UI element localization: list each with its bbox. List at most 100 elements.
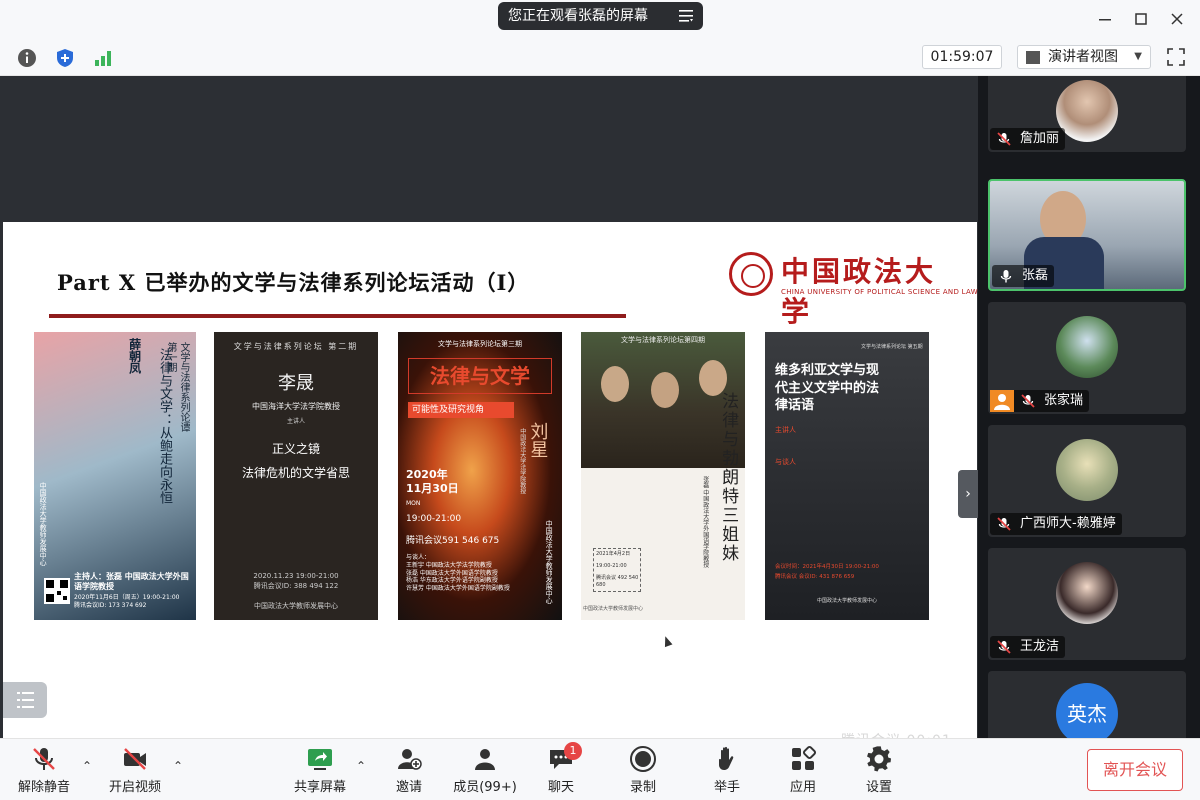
audio-options-chevron-icon[interactable]: ⌃ <box>80 759 94 773</box>
settings-button[interactable]: 设置 <box>862 745 896 797</box>
video-options-chevron-icon[interactable]: ⌃ <box>171 759 185 773</box>
raise-hand-label: 举手 <box>713 780 740 795</box>
meeting-timer: 01:59:07 <box>922 45 1002 69</box>
poster-5-speaker-label: 主讲人 <box>775 426 796 434</box>
invite-label: 邀请 <box>395 780 422 795</box>
avatar-initials: 英杰 <box>1056 683 1118 738</box>
gear-icon <box>867 746 892 772</box>
poster-2-speaker: 李晟 <box>278 373 314 394</box>
members-button[interactable]: 成员(99+) <box>452 745 518 797</box>
poster-5-meeting: 腾讯会议 会议ID: 431 876 659 <box>775 574 855 580</box>
participant-namebar: 广西师大-赖雅婷 <box>990 513 1122 535</box>
record-icon <box>630 746 656 772</box>
unmute-button[interactable]: 解除静音 <box>16 745 72 797</box>
view-mode-select[interactable]: 演讲者视图 ▼ <box>1017 45 1151 69</box>
poster-4-header: 文学与法律系列论坛第四期 <box>621 336 705 344</box>
leave-meeting-button[interactable]: 离开会议 <box>1087 749 1183 791</box>
forum-poster-1: 文学与法律系列论谭第一期 法律与文学：从鲍走向永恒 薛朝凤 中国政法大学教师发展… <box>34 332 196 620</box>
participant-namebar: 张磊 <box>992 265 1055 287</box>
status-bar: 01:59:07 演讲者视图 ▼ <box>0 38 1200 76</box>
avatar <box>1056 562 1118 624</box>
share-banner-text: 您正在观看张磊的屏幕 <box>508 8 648 24</box>
forum-poster-2: 文学与法律系列论坛 第二期 李晟 中国海洋大学法学院教授 主讲人 正义之镜 法律… <box>214 332 378 620</box>
speaker-view-icon <box>1026 51 1040 64</box>
raise-hand-button[interactable]: 举手 <box>710 745 744 797</box>
poster-3-meeting: 腾讯会议591 546 675 <box>406 536 500 546</box>
poster-5-date: 会议时间：2021年4月30日 19:00-21:00 <box>775 564 879 570</box>
participant-tile[interactable]: 张家瑞 <box>988 302 1186 414</box>
participant-name: 王龙洁 <box>1020 639 1060 654</box>
poster-4-publisher: 中国政法大学教师发展中心 <box>583 606 644 612</box>
poster-5-publisher: 中国政法大学教师发展中心 <box>816 598 877 604</box>
poster-3-subtitle: 可能性及研究视角 <box>408 402 514 418</box>
poster-2-date: 2020.11.23 19:00-21:00 <box>253 572 339 580</box>
poster-1-title: 法律与文学：从鲍走向永恒 <box>157 348 172 504</box>
mic-muted-icon <box>33 748 55 770</box>
close-icon[interactable] <box>1168 10 1186 28</box>
poster-3-title: 法律与文学 <box>408 358 552 394</box>
participant-tile[interactable]: 英杰 <box>988 671 1186 738</box>
info-icon[interactable] <box>16 47 38 69</box>
list-icon <box>17 692 34 708</box>
share-screen-button[interactable]: 共享屏幕 <box>292 745 348 797</box>
participant-panel: 詹加丽 张磊 张家瑞 广西师大-赖雅婷 王龙洁 英杰 <box>978 76 1200 738</box>
video-off-icon <box>124 748 146 770</box>
poster-2-header: 文学与法律系列论坛 第二期 <box>233 342 359 351</box>
participant-tile[interactable]: 广西师大-赖雅婷 <box>988 425 1186 537</box>
share-screen-icon <box>308 749 332 770</box>
participant-namebar: 张家瑞 <box>990 390 1090 412</box>
invite-button[interactable]: 邀请 <box>392 745 426 797</box>
participant-tile-active-speaker[interactable]: 张磊 <box>988 179 1186 291</box>
collapse-sidebar-button[interactable]: › <box>958 470 978 518</box>
mic-on-icon <box>1000 270 1012 283</box>
discussant-line: 许慧芳 中国政法大学外国语学院副教授 <box>406 585 510 593</box>
shared-screen-area: Part X 已举办的文学与法律系列论坛活动（I） 中国政法大学 CHINA U… <box>0 76 978 767</box>
participant-tile[interactable]: 王龙洁 <box>988 548 1186 660</box>
poster-2-meeting: 腾讯会议ID: 388 494 122 <box>253 582 339 590</box>
avatar <box>1056 439 1118 501</box>
start-video-button[interactable]: 开启视频 <box>106 745 164 797</box>
minimize-icon[interactable] <box>1096 10 1114 28</box>
title-bar: 您正在观看张磊的屏幕 <box>0 0 1200 38</box>
mouse-cursor-icon <box>661 634 673 648</box>
poster-4-info-box: 2021年4月2日 19:00-21:00 腾讯会议 492 540 680 <box>593 548 641 592</box>
discussant-line: 与谈人： <box>406 554 431 561</box>
poster-4-speaker: 张磊 中国政法大学外国语学院教授 <box>701 476 709 568</box>
poster-3-speaker: 刘星 <box>527 422 549 458</box>
poster-1-meeting: 腾讯会议ID: 173 374 692 <box>74 602 147 609</box>
share-screen-label: 共享屏幕 <box>293 780 346 795</box>
presentation-slide: Part X 已举办的文学与法律系列论坛活动（I） 中国政法大学 CHINA U… <box>3 222 978 767</box>
qr-code-icon <box>44 578 70 604</box>
fullscreen-icon[interactable] <box>1166 47 1186 67</box>
record-button[interactable]: 录制 <box>626 745 660 797</box>
forum-poster-4: 文学与法律系列论坛第四期 法律与勃朗特三姐妹 张磊 中国政法大学外国语学院教授 … <box>581 332 745 620</box>
poster-3-weekday: MON <box>406 500 421 507</box>
poster-4-meeting: 腾讯会议 492 540 680 <box>596 575 639 588</box>
user-placeholder-icon <box>990 390 1014 412</box>
mic-muted-icon <box>997 640 1011 654</box>
poster-4-date: 2021年4月2日 <box>596 551 631 557</box>
participant-namebar: 王龙洁 <box>990 636 1066 658</box>
apps-button[interactable]: 应用 <box>786 745 820 797</box>
participant-tile[interactable]: 詹加丽 <box>988 76 1186 152</box>
poster-5-title: 维多利亚文学与现代主义文学中的法律话语 <box>775 363 880 414</box>
list-menu-icon[interactable] <box>679 10 693 22</box>
participant-name: 张家瑞 <box>1044 393 1084 408</box>
poster-3-discussants: 与谈人： 王新宇 中国政法大学法学院教授 张磊 中国政法大学外国语学院教授 杨浩… <box>406 554 522 593</box>
forum-poster-3: 文学与法律系列论坛第三期 法律与文学 可能性及研究视角 刘星 中国政法大学法学院… <box>398 332 562 620</box>
slide-title: Part X 已举办的文学与法律系列论坛活动（I） <box>57 270 530 295</box>
signal-strength-icon[interactable] <box>92 47 114 69</box>
record-label: 录制 <box>629 780 656 795</box>
poster-2-publisher: 中国政法大学教师发展中心 <box>254 602 338 610</box>
share-options-chevron-icon[interactable]: ⌃ <box>354 759 368 773</box>
poster-2-title-1: 正义之镜 <box>271 442 320 456</box>
screen-share-banner[interactable]: 您正在观看张磊的屏幕 <box>498 2 703 30</box>
university-name-en: CHINA UNIVERSITY OF POLITICAL SCIENCE AN… <box>781 288 978 296</box>
poster-5-discussant-label: 与谈人 <box>775 458 796 466</box>
slide-list-toggle[interactable] <box>3 682 47 718</box>
poster-1-host: 主持人：张磊 中国政法大学外国语学院教授 <box>74 572 189 592</box>
apps-grid-icon <box>792 745 817 770</box>
security-shield-icon[interactable] <box>54 47 76 69</box>
maximize-icon[interactable] <box>1132 10 1150 28</box>
poster-1-date: 2020年11月6日（周五）19:00-21:00 <box>74 594 180 601</box>
